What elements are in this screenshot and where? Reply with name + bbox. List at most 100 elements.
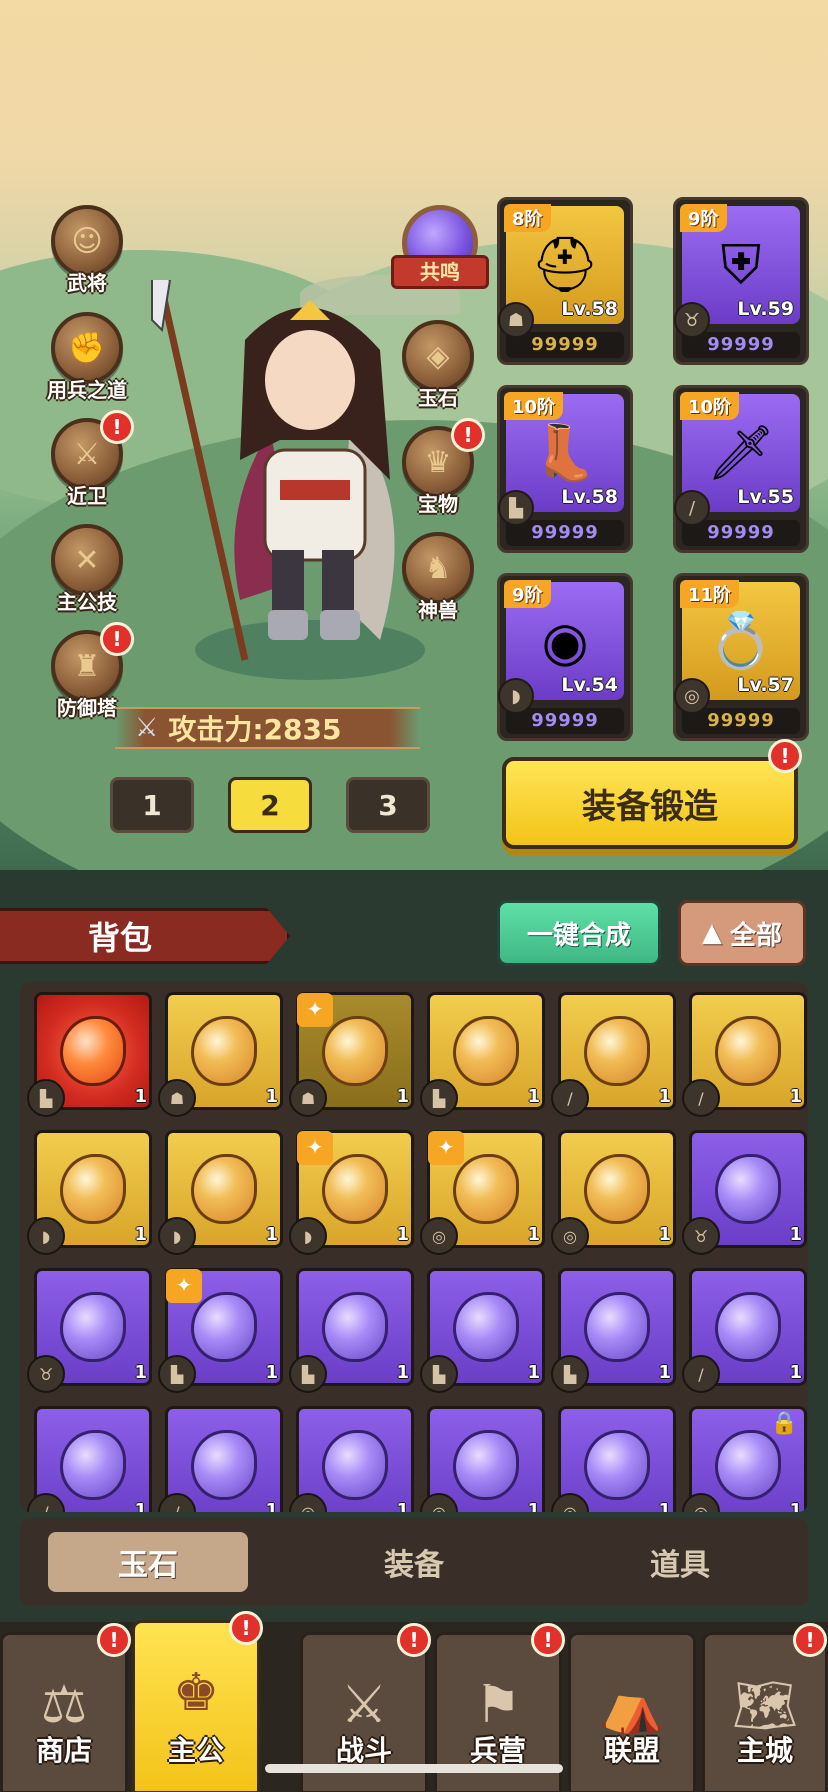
bracer-type-icon: ◗ [158, 1217, 196, 1255]
bracer-type-icon: ◗ [27, 1217, 65, 1255]
loadout-tab-3[interactable]: 3 [346, 777, 430, 833]
loadout-tab-label: 3 [378, 788, 398, 822]
nav-alliance[interactable]: ⛺ 联盟 [568, 1632, 696, 1792]
bag-item-slot[interactable]: ▙ 1 [27, 992, 152, 1117]
equipment-art: 🗡 10阶 Lv.55 / [674, 392, 800, 526]
bag-item-count: 1 [527, 1500, 540, 1512]
bag-item-count: 1 [265, 1362, 278, 1383]
bag-item-slot[interactable]: ◎ 1 ✦ [420, 1130, 545, 1255]
jade-gem-icon [322, 1292, 388, 1362]
side-button-general[interactable]: ☺ 武将 [42, 205, 132, 296]
equipment-tier: 8阶 [504, 204, 551, 232]
alert-badge-icon: ! [451, 418, 485, 452]
sparkle-icon: ✦ [297, 1131, 333, 1165]
alert-badge-icon: ! [768, 739, 802, 773]
equipment-tier: 10阶 [680, 392, 740, 420]
tab-equipment[interactable]: 装备 [314, 1532, 514, 1592]
bracer-icon: ◉ [541, 609, 589, 673]
ring-type-icon: ◎ [420, 1493, 458, 1512]
sword-type-icon: / [682, 1079, 720, 1117]
nav-lord[interactable]: ♚ 主公 ! [132, 1611, 263, 1792]
filter-all-button[interactable]: ▲ 全部 [678, 900, 806, 966]
loadout-tab-1[interactable]: 1 [110, 777, 194, 833]
nav-city[interactable]: 🗺 主城 ! [702, 1623, 828, 1792]
bag-item-slot[interactable]: ▙ 1 [420, 992, 545, 1117]
bag-grid-scroll[interactable]: ▙ 1 ☗ 1 ☗ 1 ✦ ▙ 1/1/1 ◗ 1 ◗ 1 ◗ 1 ✦ ◎ 1 ✦ ◎ 1 ♉ 1 ♉ 1 ▙ 1 ✦ ▙ 1 ▙ 1 ▙ 1/1… [20, 982, 808, 1512]
bag-item-slot[interactable]: /1 [682, 992, 807, 1117]
bag-item-slot[interactable]: ▙ 1 [551, 1268, 676, 1393]
hero-face [265, 330, 355, 430]
jade-gem-icon [60, 1430, 126, 1500]
equipment-forge-button[interactable]: 装备锻造 ! [502, 739, 802, 849]
equipment-slot-ring[interactable]: 💍 11阶 Lv.57 ◎ 99999 [673, 573, 809, 741]
bag-item-slot[interactable]: /1 [682, 1268, 807, 1393]
bag-item-slot[interactable]: ◗ 1 [27, 1130, 152, 1255]
triangle-up-icon: ▲ [701, 918, 722, 948]
spear-shaft [158, 289, 249, 661]
side-button-lord-skill[interactable]: ✕ 主公技 [42, 524, 132, 615]
equipment-tier: 9阶 [680, 204, 727, 232]
bag-item-slot[interactable]: ◎ 1 🔒 [682, 1406, 807, 1512]
bag-item-slot[interactable]: ▙ 1 [289, 1268, 414, 1393]
side-button-tactics[interactable]: ✊ 用兵之道 [42, 312, 132, 403]
equipment-slot-boots[interactable]: 👢 10阶 Lv.58 ▙ 99999 [497, 385, 633, 553]
nav-label: 主公 [167, 1734, 224, 1767]
nav-shop[interactable]: ⚖ 商店 ! [0, 1623, 131, 1792]
jade-gem-icon [453, 1154, 519, 1224]
tab-jade[interactable]: 玉石 [48, 1532, 248, 1592]
boots-icon: 👢 [531, 421, 599, 484]
boots-type-icon: ▙ [498, 490, 534, 526]
bag-item-slot[interactable]: ◎ 1 [551, 1406, 676, 1512]
ring-icon: 💍 [707, 609, 775, 672]
bag-item-slot[interactable]: ♉ 1 [682, 1130, 807, 1255]
alert-badge-icon: ! [397, 1623, 431, 1657]
bag-item-count: 1 [527, 1362, 540, 1383]
bag-item-slot[interactable]: ◗ 1 [158, 1130, 283, 1255]
bag-item-slot[interactable]: ◗ 1 ✦ [289, 1130, 414, 1255]
attack-power-banner: ⚔ 攻击力:2835 [115, 707, 420, 749]
bag-item-slot[interactable]: ◎ 1 [420, 1406, 545, 1512]
side-button-label: 用兵之道 [47, 378, 127, 402]
equipment-slot-helmet[interactable]: ⛑ 8阶 Lv.58 ☗ 99999 [497, 197, 633, 365]
sword-type-icon: / [682, 1355, 720, 1393]
side-button-label: 主公技 [57, 590, 117, 614]
equipment-tier: 11阶 [680, 580, 740, 608]
bag-item-slot[interactable]: /1 [551, 992, 676, 1117]
bag-item-slot[interactable]: ☗ 1 ✦ [289, 992, 414, 1117]
boots-type-icon: ▙ [27, 1079, 65, 1117]
equipment-slot-bracer[interactable]: ◉ 9阶 Lv.54 ◗ 99999 [497, 573, 633, 741]
hero-boot [268, 610, 308, 640]
bag-item-slot[interactable]: ◎ 1 [551, 1130, 676, 1255]
side-button-guard[interactable]: ⚔ 近卫 ! [42, 410, 134, 509]
equipment-slot-armor[interactable]: ⛨ 9阶 Lv.59 ♉ 99999 [673, 197, 809, 365]
one-click-merge-button[interactable]: 一键合成 [497, 900, 661, 966]
bag-item-count: 1 [658, 1224, 671, 1245]
filter-label: 全部 [729, 920, 782, 951]
equipment-slot-sword[interactable]: 🗡 10阶 Lv.55 / 99999 [673, 385, 809, 553]
bag-item-slot[interactable]: ▙ 1 ✦ [158, 1268, 283, 1393]
sword-type-icon: / [674, 490, 710, 526]
home-indicator[interactable] [265, 1764, 563, 1773]
helmet-type-icon: ☗ [498, 302, 534, 338]
loadout-tab-2[interactable]: 2 [228, 777, 312, 833]
equipment-art: ◉ 9阶 Lv.54 ◗ [498, 580, 624, 714]
jade-gem-icon [191, 1292, 257, 1362]
bag-item-count: 1 [789, 1086, 802, 1107]
jade-gem-icon [191, 1016, 257, 1086]
bag-item-slot[interactable]: ♉ 1 [27, 1268, 152, 1393]
side-button-label: 武将 [67, 271, 107, 295]
bag-item-slot[interactable]: ◎ 1 [289, 1406, 414, 1512]
equipment-level: Lv.55 [737, 486, 794, 508]
bag-item-count: 1 [134, 1500, 147, 1512]
bag-item-count: 1 [789, 1500, 802, 1512]
bag-item-slot[interactable]: /1 [27, 1406, 152, 1512]
jade-gem-icon [584, 1154, 650, 1224]
bag-item-slot[interactable]: /1 [158, 1406, 283, 1512]
bag-item-slot[interactable]: ☗ 1 [158, 992, 283, 1117]
alert-badge-icon: ! [229, 1611, 263, 1645]
bag-grid: ▙ 1 ☗ 1 ☗ 1 ✦ ▙ 1/1/1 ◗ 1 ◗ 1 ◗ 1 ✦ ◎ 1 ✦ ◎ 1 ♉ 1 ♉ 1 ▙ 1 ✦ ▙ 1 ▙ 1 ▙ 1/1… [27, 992, 807, 1512]
bag-item-slot[interactable]: ▙ 1 [420, 1268, 545, 1393]
jade-gem-icon [60, 1016, 126, 1086]
tab-items[interactable]: 道具 [580, 1532, 780, 1592]
helmet-type-icon: ☗ [289, 1079, 327, 1117]
